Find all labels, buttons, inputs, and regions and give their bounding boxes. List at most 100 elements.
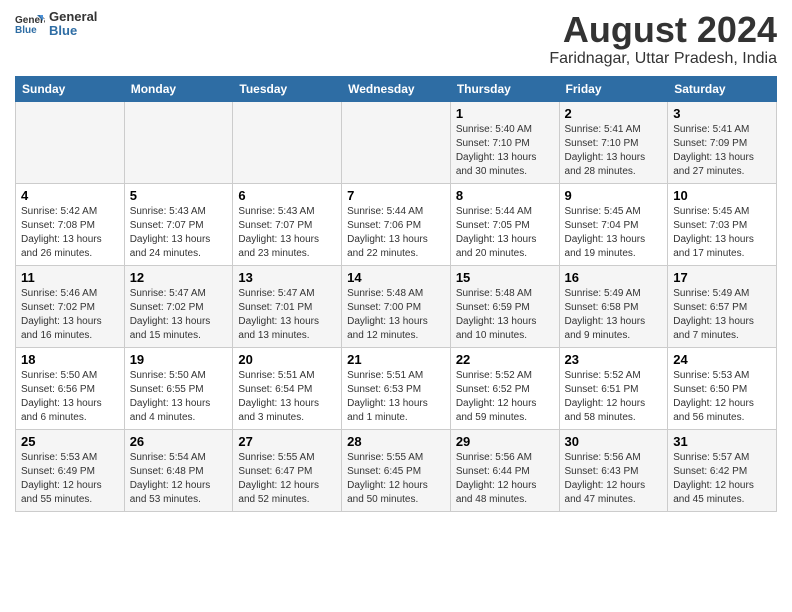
- day-number: 30: [565, 434, 663, 449]
- day-info: Sunrise: 5:46 AMSunset: 7:02 PMDaylight:…: [21, 287, 119, 343]
- calendar-body: 1 Sunrise: 5:40 AMSunset: 7:10 PMDaylight…: [16, 101, 777, 511]
- day-number: 6: [238, 188, 336, 203]
- day-info: Sunrise: 5:48 AMSunset: 7:00 PMDaylight:…: [347, 287, 445, 343]
- day-info: Sunrise: 5:49 AMSunset: 6:57 PMDaylight:…: [673, 287, 771, 343]
- calendar-day: 1 Sunrise: 5:40 AMSunset: 7:10 PMDaylight…: [450, 101, 559, 183]
- calendar-day: 8Sunrise: 5:44 AMSunset: 7:05 PMDaylight…: [450, 183, 559, 265]
- day-number: 25: [21, 434, 119, 449]
- calendar-day: [16, 101, 125, 183]
- day-info: Sunrise: 5:52 AMSunset: 6:51 PMDaylight:…: [565, 369, 663, 425]
- day-number: 27: [238, 434, 336, 449]
- calendar-day: 27 Sunrise: 5:55 AMSunset: 6:47 PMDayligh…: [233, 429, 342, 511]
- day-number: 28: [347, 434, 445, 449]
- title-block: August 2024 Faridnagar, Uttar Pradesh, I…: [549, 10, 777, 68]
- calendar-day: [124, 101, 233, 183]
- day-number: 1: [456, 106, 554, 121]
- day-info: Sunrise: 5:40 AMSunset: 7:10 PMDaylight:…: [456, 123, 554, 179]
- header-day-thursday: Thursday: [450, 76, 559, 101]
- calendar-day: 23Sunrise: 5:52 AMSunset: 6:51 PMDayligh…: [559, 347, 668, 429]
- calendar-day: 28 Sunrise: 5:55 AMSunset: 6:45 PMDayligh…: [342, 429, 451, 511]
- calendar-day: 6 Sunrise: 5:43 AMSunset: 7:07 PMDaylight…: [233, 183, 342, 265]
- calendar-day: 24 Sunrise: 5:53 AMSunset: 6:50 PMDayligh…: [668, 347, 777, 429]
- day-number: 15: [456, 270, 554, 285]
- header-day-sunday: Sunday: [16, 76, 125, 101]
- calendar-day: 16Sunrise: 5:49 AMSunset: 6:58 PMDayligh…: [559, 265, 668, 347]
- calendar-day: 13 Sunrise: 5:47 AMSunset: 7:01 PMDayligh…: [233, 265, 342, 347]
- calendar-day: 15 Sunrise: 5:48 AMSunset: 6:59 PMDayligh…: [450, 265, 559, 347]
- calendar-day: 29Sunrise: 5:56 AMSunset: 6:44 PMDayligh…: [450, 429, 559, 511]
- header-day-monday: Monday: [124, 76, 233, 101]
- calendar-day: 22Sunrise: 5:52 AMSunset: 6:52 PMDayligh…: [450, 347, 559, 429]
- day-number: 24: [673, 352, 771, 367]
- day-info: Sunrise: 5:50 AMSunset: 6:55 PMDaylight:…: [130, 369, 228, 425]
- calendar-day: 20 Sunrise: 5:51 AMSunset: 6:54 PMDayligh…: [233, 347, 342, 429]
- calendar-day: 26 Sunrise: 5:54 AMSunset: 6:48 PMDayligh…: [124, 429, 233, 511]
- calendar-day: 17 Sunrise: 5:49 AMSunset: 6:57 PMDayligh…: [668, 265, 777, 347]
- logo-blue-text: Blue: [49, 24, 97, 38]
- day-number: 26: [130, 434, 228, 449]
- svg-text:Blue: Blue: [15, 25, 37, 35]
- logo-icon: General Blue: [15, 13, 45, 35]
- header-day-tuesday: Tuesday: [233, 76, 342, 101]
- logo-general-text: General: [49, 10, 97, 24]
- day-number: 8: [456, 188, 554, 203]
- header-day-friday: Friday: [559, 76, 668, 101]
- calendar-day: 2 Sunrise: 5:41 AMSunset: 7:10 PMDaylight…: [559, 101, 668, 183]
- day-number: 5: [130, 188, 228, 203]
- calendar-day: 10 Sunrise: 5:45 AMSunset: 7:03 PMDayligh…: [668, 183, 777, 265]
- calendar-day: 18Sunrise: 5:50 AMSunset: 6:56 PMDayligh…: [16, 347, 125, 429]
- day-info: Sunrise: 5:41 AMSunset: 7:09 PMDaylight:…: [673, 123, 771, 179]
- calendar-day: 11 Sunrise: 5:46 AMSunset: 7:02 PMDayligh…: [16, 265, 125, 347]
- day-number: 14: [347, 270, 445, 285]
- day-number: 16: [565, 270, 663, 285]
- day-number: 13: [238, 270, 336, 285]
- day-number: 20: [238, 352, 336, 367]
- calendar-day: 3 Sunrise: 5:41 AMSunset: 7:09 PMDaylight…: [668, 101, 777, 183]
- day-info: Sunrise: 5:43 AMSunset: 7:07 PMDaylight:…: [238, 205, 336, 261]
- day-number: 10: [673, 188, 771, 203]
- calendar-day: 12Sunrise: 5:47 AMSunset: 7:02 PMDayligh…: [124, 265, 233, 347]
- day-info: Sunrise: 5:44 AMSunset: 7:06 PMDaylight:…: [347, 205, 445, 261]
- day-info: Sunrise: 5:45 AMSunset: 7:04 PMDaylight:…: [565, 205, 663, 261]
- header-day-saturday: Saturday: [668, 76, 777, 101]
- day-number: 19: [130, 352, 228, 367]
- day-number: 7: [347, 188, 445, 203]
- calendar-day: 30 Sunrise: 5:56 AMSunset: 6:43 PMDayligh…: [559, 429, 668, 511]
- day-info: Sunrise: 5:47 AMSunset: 7:02 PMDaylight:…: [130, 287, 228, 343]
- day-number: 18: [21, 352, 119, 367]
- calendar-day: 14 Sunrise: 5:48 AMSunset: 7:00 PMDayligh…: [342, 265, 451, 347]
- day-info: Sunrise: 5:48 AMSunset: 6:59 PMDaylight:…: [456, 287, 554, 343]
- main-title: August 2024: [549, 10, 777, 50]
- day-number: 21: [347, 352, 445, 367]
- day-info: Sunrise: 5:41 AMSunset: 7:10 PMDaylight:…: [565, 123, 663, 179]
- day-info: Sunrise: 5:51 AMSunset: 6:53 PMDaylight:…: [347, 369, 445, 425]
- day-info: Sunrise: 5:56 AMSunset: 6:43 PMDaylight:…: [565, 451, 663, 507]
- calendar-day: 31Sunrise: 5:57 AMSunset: 6:42 PMDayligh…: [668, 429, 777, 511]
- day-info: Sunrise: 5:55 AMSunset: 6:47 PMDaylight:…: [238, 451, 336, 507]
- calendar-header-row: SundayMondayTuesdayWednesdayThursdayFrid…: [16, 76, 777, 101]
- day-number: 11: [21, 270, 119, 285]
- day-number: 9: [565, 188, 663, 203]
- calendar-day: 5Sunrise: 5:43 AMSunset: 7:07 PMDaylight…: [124, 183, 233, 265]
- calendar-day: 21 Sunrise: 5:51 AMSunset: 6:53 PMDayligh…: [342, 347, 451, 429]
- day-number: 3: [673, 106, 771, 121]
- calendar-week-2: 4Sunrise: 5:42 AMSunset: 7:08 PMDaylight…: [16, 183, 777, 265]
- calendar-day: 9 Sunrise: 5:45 AMSunset: 7:04 PMDaylight…: [559, 183, 668, 265]
- day-info: Sunrise: 5:53 AMSunset: 6:49 PMDaylight:…: [21, 451, 119, 507]
- calendar-week-5: 25 Sunrise: 5:53 AMSunset: 6:49 PMDayligh…: [16, 429, 777, 511]
- day-info: Sunrise: 5:54 AMSunset: 6:48 PMDaylight:…: [130, 451, 228, 507]
- day-number: 2: [565, 106, 663, 121]
- day-info: Sunrise: 5:51 AMSunset: 6:54 PMDaylight:…: [238, 369, 336, 425]
- day-info: Sunrise: 5:45 AMSunset: 7:03 PMDaylight:…: [673, 205, 771, 261]
- day-info: Sunrise: 5:55 AMSunset: 6:45 PMDaylight:…: [347, 451, 445, 507]
- calendar-table: SundayMondayTuesdayWednesdayThursdayFrid…: [15, 76, 777, 512]
- day-number: 22: [456, 352, 554, 367]
- day-info: Sunrise: 5:47 AMSunset: 7:01 PMDaylight:…: [238, 287, 336, 343]
- day-info: Sunrise: 5:53 AMSunset: 6:50 PMDaylight:…: [673, 369, 771, 425]
- day-info: Sunrise: 5:57 AMSunset: 6:42 PMDaylight:…: [673, 451, 771, 507]
- sub-title: Faridnagar, Uttar Pradesh, India: [549, 50, 777, 68]
- day-number: 17: [673, 270, 771, 285]
- calendar-week-4: 18Sunrise: 5:50 AMSunset: 6:56 PMDayligh…: [16, 347, 777, 429]
- calendar-day: [342, 101, 451, 183]
- header-day-wednesday: Wednesday: [342, 76, 451, 101]
